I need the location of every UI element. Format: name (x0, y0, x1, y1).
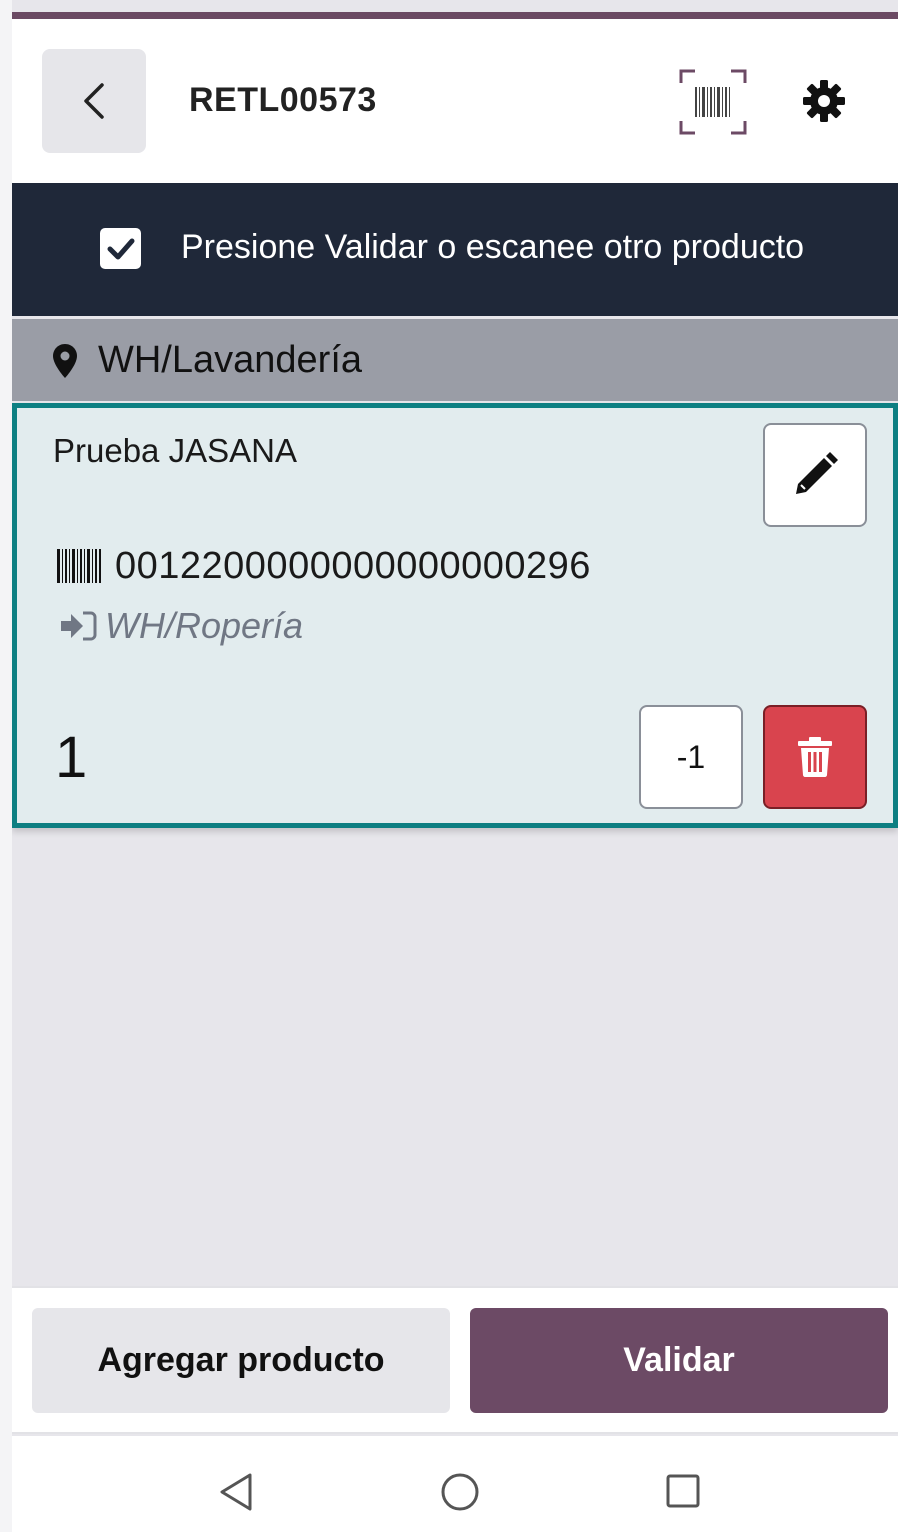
nav-recent-apps-icon[interactable] (666, 1474, 700, 1508)
back-button[interactable] (42, 49, 146, 153)
validate-button[interactable]: Validar (470, 1308, 888, 1413)
quantity-value: 1 (55, 725, 88, 790)
page-title: RETL00573 (189, 81, 377, 119)
destination-location: WH/Ropería (105, 605, 304, 646)
checkbox-checked-icon (100, 228, 141, 269)
product-barcode: 0012200000000000000296 (115, 544, 591, 587)
sign-in-arrow-icon (61, 611, 97, 641)
barcode-icon (57, 549, 101, 583)
top-accent-bar (12, 12, 898, 19)
nav-home-icon[interactable] (440, 1472, 480, 1512)
product-name: Prueba JASANA (53, 432, 297, 469)
banner-message: Presione Validar o escanee otro producto (181, 228, 805, 266)
edit-line-button[interactable] (763, 423, 867, 527)
chevron-left-icon (84, 83, 104, 119)
app-screen: RETL00573 Presione Validar o escanee otr… (12, 0, 898, 1532)
move-line-card[interactable]: Prueba JASANA 0012200000000000000296 WH/… (12, 403, 898, 828)
android-nav-bar (12, 1436, 898, 1532)
header: RETL00573 (12, 19, 898, 183)
status-banner: Presione Validar o escanee otro producto (12, 183, 898, 316)
add-product-button[interactable]: Agregar producto (32, 1308, 450, 1413)
barcode-scan-icon[interactable] (679, 69, 747, 135)
source-location: WH/Lavandería (98, 339, 363, 381)
delete-line-button[interactable] (763, 705, 867, 809)
pencil-icon (796, 452, 838, 494)
decrement-button[interactable]: -1 (639, 705, 743, 809)
nav-back-icon[interactable] (218, 1472, 254, 1512)
barcode-row: 0012200000000000000296 (57, 544, 591, 588)
trash-icon (798, 737, 832, 777)
destination-row: WH/Ropería (59, 604, 303, 648)
map-pin-icon (53, 344, 77, 378)
gear-icon[interactable] (802, 79, 846, 123)
action-footer: Agregar producto Validar (12, 1286, 898, 1434)
location-header: WH/Lavandería (12, 319, 898, 401)
